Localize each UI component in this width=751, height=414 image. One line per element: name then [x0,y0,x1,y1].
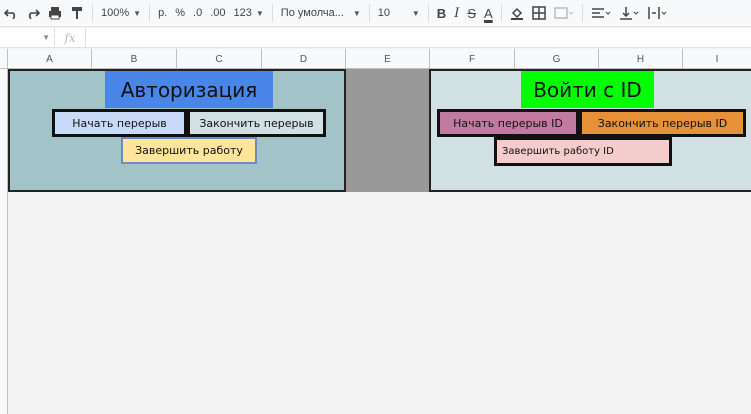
vertical-align-icon[interactable] [615,2,643,24]
auth-panel-title: Авторизация [105,71,273,108]
borders-icon[interactable] [528,2,550,24]
undo-icon[interactable] [0,2,22,24]
print-icon[interactable] [44,2,66,24]
redo-icon[interactable] [22,2,44,24]
more-formats-label: 123 [233,7,252,19]
column-header-d[interactable]: D [262,49,346,69]
zoom-select[interactable]: 100% ▼ [97,2,145,24]
login-id-panel: Войти с ID Начать перерыв ID Закончить п… [429,69,751,192]
start-break-id-button[interactable]: Начать перерыв ID [437,109,579,137]
font-family-value: По умолча... [280,7,344,19]
zoom-value: 100% [101,7,130,19]
column-header-a[interactable]: A [8,49,92,69]
toolbar-divider [581,4,583,22]
login-id-panel-title: Войти с ID [521,71,654,108]
fill-color-icon[interactable] [506,2,528,24]
column-header-b[interactable]: B [92,49,177,69]
toolbar-divider [500,4,502,22]
finish-work-id-button[interactable]: Завершить работу ID [494,137,672,166]
strikethrough-button[interactable]: S [463,2,480,24]
column-header-f[interactable]: F [430,49,515,69]
currency-format-button[interactable]: р. [154,2,171,24]
sheet-grid[interactable]: Авторизация Начать перерыв Закончить пер… [8,69,751,414]
formula-input[interactable] [85,27,751,48]
end-break-button[interactable]: Закончить перерыв [187,109,326,137]
column-headers: A B C D E F G H I [0,49,751,69]
column-header-i[interactable]: I [683,49,751,69]
column-header-g[interactable]: G [515,49,599,69]
font-size-select[interactable]: 10 ▼ [374,2,424,24]
toolbar-divider [271,4,273,22]
text-wrap-icon[interactable] [643,2,671,24]
font-size-value: 10 [377,7,391,19]
toolbar-divider [368,4,370,22]
font-family-select[interactable]: По умолча... ▼ [277,2,365,24]
toolbar-divider [92,4,93,22]
bold-button[interactable]: B [433,2,450,24]
name-box[interactable]: ▼ [0,27,55,48]
row-headers[interactable] [0,69,8,414]
increase-decimal-button[interactable]: .00 [206,2,229,24]
decrease-decimal-button[interactable]: .0 [189,2,206,24]
text-color-button[interactable]: A [480,2,497,24]
column-header-h[interactable]: H [599,49,683,69]
chevron-down-icon: ▼ [411,8,420,18]
formula-bar: ▼ fx [0,27,751,48]
chevron-down-icon: ▼ [133,8,142,18]
end-break-id-button[interactable]: Закончить перерыв ID [579,109,746,137]
more-formats-button[interactable]: 123 ▼ [230,2,268,24]
fx-icon: fx [64,30,76,45]
chevron-down-icon: ▼ [42,33,50,42]
chevron-down-icon: ▼ [255,8,264,18]
chevron-down-icon: ▼ [352,8,361,18]
toolbar-divider [427,4,429,22]
align-left-icon[interactable] [587,2,615,24]
column-header-e[interactable]: E [346,49,430,69]
paint-format-icon[interactable] [66,2,88,24]
finish-work-button[interactable]: Завершить работу [121,137,257,164]
column-header-c[interactable]: C [177,49,262,69]
corner-cell[interactable] [0,49,8,69]
merge-cells-icon[interactable] [550,2,578,24]
toolbar: 100% ▼ р. % .0 .00 123 ▼ По умолча... ▼ 10 ▼… [0,0,751,27]
italic-button[interactable]: I [450,2,463,24]
toolbar-divider [149,4,151,22]
percent-format-button[interactable]: % [171,2,189,24]
start-break-button[interactable]: Начать перерыв [52,109,187,137]
auth-panel: Авторизация Начать перерыв Закончить пер… [8,69,346,192]
separator-column [346,69,430,192]
